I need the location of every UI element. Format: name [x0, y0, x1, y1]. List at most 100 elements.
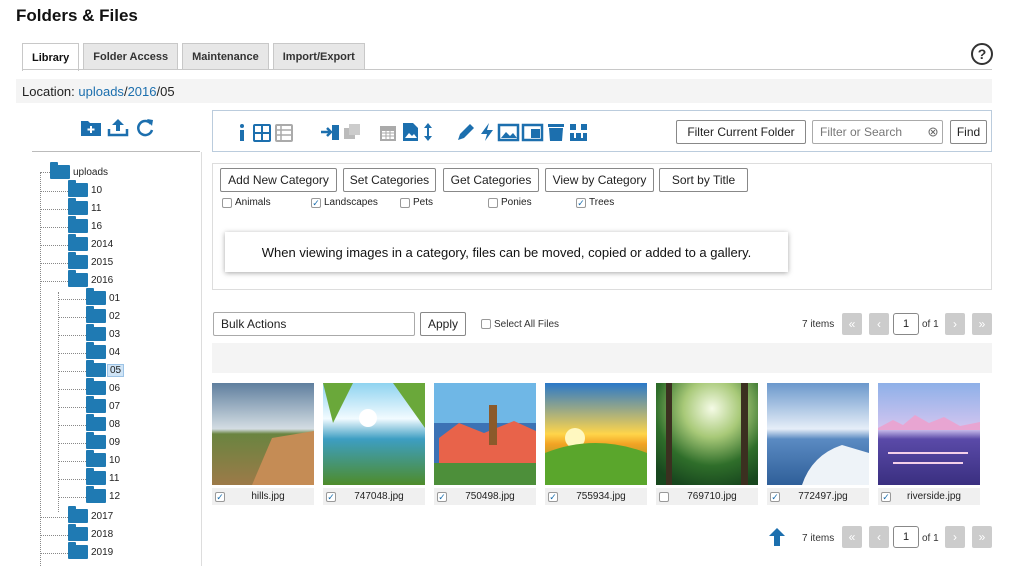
tree-folder-09[interactable]: 09 [86, 432, 122, 451]
get-categories-button[interactable]: Get Categories [443, 168, 539, 192]
file-thumbnail[interactable]: 769710.jpg [656, 383, 758, 505]
tab-maintenance[interactable]: Maintenance [182, 43, 269, 70]
tree-folder-10[interactable]: 10 [86, 450, 122, 469]
refresh-icon[interactable] [134, 117, 156, 137]
file-checkbox[interactable]: ✓ [215, 491, 225, 502]
grid-view-icon[interactable] [251, 122, 273, 142]
tab-library[interactable]: Library [22, 43, 80, 71]
file-thumbnail[interactable]: ✓ riverside.jpg [878, 383, 980, 505]
tree-folder-11[interactable]: 11 [68, 198, 103, 217]
info-icon[interactable] [235, 122, 249, 142]
tree-folder-2019[interactable]: 2019 [68, 542, 115, 561]
help-icon[interactable]: ? [971, 43, 993, 65]
tree-folder-04[interactable]: 04 [86, 342, 122, 361]
file-image[interactable] [767, 383, 869, 485]
filter-current-folder-button[interactable]: Filter Current Folder [676, 120, 806, 144]
file-image[interactable] [434, 383, 536, 485]
thumbnail-icon[interactable] [521, 122, 545, 142]
file-thumbnail[interactable]: ✓ 755934.jpg [545, 383, 647, 505]
flash-icon[interactable] [477, 122, 497, 142]
file-checkbox[interactable] [659, 491, 669, 502]
calendar-icon[interactable] [377, 122, 399, 142]
category-checkbox-ponies[interactable] [488, 198, 498, 208]
last-page-button[interactable]: » [972, 313, 992, 335]
tree-folder-16[interactable]: 16 [68, 216, 104, 235]
location-link-uploads[interactable]: uploads [78, 84, 124, 99]
location-link-2016[interactable]: 2016 [128, 84, 157, 99]
upload-icon[interactable] [107, 117, 129, 137]
add-new-category-button[interactable]: Add New Category [220, 168, 337, 192]
tree-folder-10[interactable]: 10 [68, 180, 104, 199]
category-checkbox-pets[interactable] [400, 198, 410, 208]
file-thumbnail[interactable]: ✓ 747048.jpg [323, 383, 425, 505]
edit-icon[interactable] [455, 122, 477, 142]
select-all-label: Select All Files [494, 319, 560, 330]
page-number-input[interactable]: 1 [893, 313, 919, 335]
tree-folder-01[interactable]: 01 [86, 288, 122, 307]
category-checkbox-animals[interactable] [222, 198, 232, 208]
tree-folder-2016[interactable]: 2016 [68, 270, 115, 289]
sort-by-title-button[interactable]: Sort by Title [659, 168, 748, 192]
tree-folder-08[interactable]: 08 [86, 414, 122, 433]
tree-folder-12[interactable]: 12 [86, 486, 122, 505]
list-view-icon[interactable] [273, 122, 295, 142]
file-checkbox[interactable]: ✓ [326, 491, 336, 502]
tree-folder-05-selected[interactable]: 05 [86, 360, 125, 379]
view-by-category-button[interactable]: View by Category [545, 168, 654, 192]
apply-button[interactable]: Apply [420, 312, 466, 336]
folder-icon [86, 468, 106, 485]
file-image[interactable] [212, 383, 314, 485]
tab-folder-access[interactable]: Folder Access [83, 43, 179, 70]
tree-folder-2018[interactable]: 2018 [68, 524, 115, 543]
find-button[interactable]: Find [950, 120, 987, 144]
location-bar: Location: uploads/2016/05 [16, 79, 992, 103]
sort-icon[interactable] [421, 122, 435, 142]
trash-icon[interactable] [545, 122, 567, 142]
tree-folder-2015[interactable]: 2015 [68, 252, 115, 271]
tree-folder-uploads[interactable]: uploads [50, 162, 110, 181]
organize-icon[interactable] [567, 122, 591, 142]
image-icon[interactable] [497, 122, 521, 142]
next-page-button[interactable]: › [945, 526, 965, 548]
tree-folder-06[interactable]: 06 [86, 378, 122, 397]
select-all-checkbox[interactable] [481, 319, 491, 329]
tree-label: 10 [109, 454, 121, 466]
tree-folder-03[interactable]: 03 [86, 324, 122, 343]
tree-folder-02[interactable]: 02 [86, 306, 122, 325]
tree-folder-2014[interactable]: 2014 [68, 234, 115, 253]
file-name: 755934.jpg [576, 491, 626, 502]
move-icon[interactable] [319, 122, 341, 142]
bulk-actions-select[interactable]: Bulk Actions [213, 312, 415, 336]
clear-search-icon[interactable] [928, 127, 938, 137]
prev-page-button[interactable]: ‹ [869, 526, 889, 548]
file-checkbox[interactable]: ✓ [881, 491, 891, 502]
file-image[interactable] [323, 383, 425, 485]
tree-folder-11[interactable]: 11 [86, 468, 121, 487]
file-thumbnail[interactable]: ✓ hills.jpg [212, 383, 314, 505]
page-number-input[interactable]: 1 [893, 526, 919, 548]
file-thumbnail[interactable]: ✓ 772497.jpg [767, 383, 869, 505]
search-input[interactable]: Filter or Search [812, 120, 943, 144]
image-file-icon[interactable] [399, 122, 421, 142]
file-image[interactable] [878, 383, 980, 485]
first-page-button[interactable]: « [842, 313, 862, 335]
tree-folder-07[interactable]: 07 [86, 396, 122, 415]
file-checkbox[interactable]: ✓ [437, 491, 447, 502]
category-checkbox-trees[interactable]: ✓ [576, 198, 586, 208]
last-page-button[interactable]: » [972, 526, 992, 548]
category-checkbox-landscapes[interactable]: ✓ [311, 198, 321, 208]
first-page-button[interactable]: « [842, 526, 862, 548]
copy-icon[interactable] [341, 122, 363, 142]
file-image[interactable] [545, 383, 647, 485]
tab-import-export[interactable]: Import/Export [272, 43, 365, 70]
tree-folder-2017[interactable]: 2017 [68, 506, 115, 525]
set-categories-button[interactable]: Set Categories [343, 168, 436, 192]
new-folder-icon[interactable] [80, 117, 102, 137]
file-image[interactable] [656, 383, 758, 485]
scroll-to-top-icon[interactable] [768, 527, 786, 547]
prev-page-button[interactable]: ‹ [869, 313, 889, 335]
next-page-button[interactable]: › [945, 313, 965, 335]
file-checkbox[interactable]: ✓ [548, 491, 558, 502]
file-checkbox[interactable]: ✓ [770, 491, 780, 502]
file-thumbnail[interactable]: ✓ 750498.jpg [434, 383, 536, 505]
